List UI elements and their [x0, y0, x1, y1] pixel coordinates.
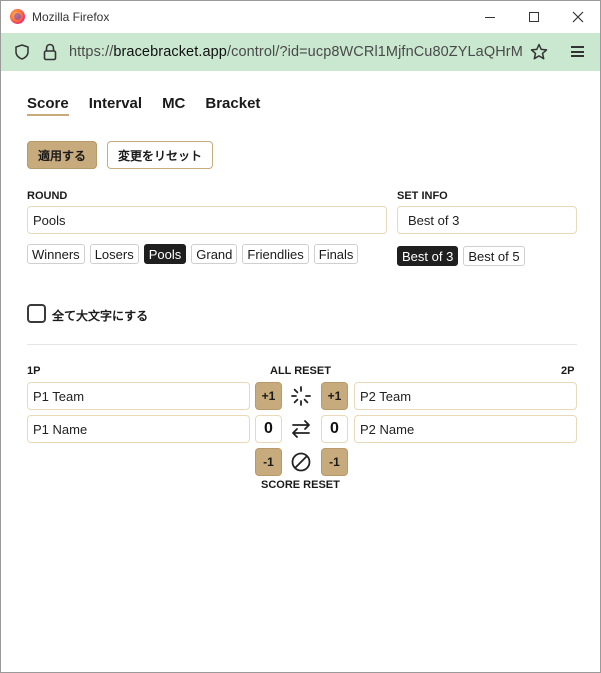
uppercase-checkbox[interactable]	[27, 304, 46, 323]
tracking-protection-shield-icon[interactable]	[15, 44, 29, 60]
set-info-input[interactable]: Best of 3	[397, 206, 577, 234]
round-option-winners[interactable]: Winners	[27, 244, 85, 264]
p2-team-input[interactable]: P2 Team	[354, 382, 577, 410]
set-info-label: SET INFO	[397, 190, 448, 202]
url-prefix: https://	[69, 44, 114, 60]
address-bar: https://bracebracket.app/control/?id=ucp…	[1, 33, 600, 71]
close-button[interactable]	[555, 1, 601, 33]
p2-name-input[interactable]: P2 Name	[354, 415, 577, 443]
round-option-friendlies[interactable]: Friendlies	[242, 244, 309, 264]
round-options: Winners Losers Pools Grand Friendlies Fi…	[27, 244, 387, 264]
all-reset-spinner-icon[interactable]	[290, 385, 312, 407]
p1-plus-one-button[interactable]: +1	[255, 382, 282, 410]
lock-icon[interactable]	[43, 43, 57, 61]
p1-score[interactable]: 0	[255, 415, 282, 443]
minimize-icon	[485, 16, 495, 18]
reset-changes-button[interactable]: 変更をリセット	[107, 141, 213, 169]
window-title: Mozilla Firefox	[32, 10, 110, 24]
section-divider	[27, 344, 577, 345]
all-reset-label: ALL RESET	[270, 365, 331, 377]
maximize-icon	[529, 12, 539, 22]
round-option-finals[interactable]: Finals	[313, 244, 359, 264]
swap-arrows-icon[interactable]	[290, 418, 312, 440]
maximize-button[interactable]	[511, 1, 557, 33]
tab-bracket[interactable]: Bracket	[205, 95, 260, 116]
minimize-button[interactable]	[467, 1, 513, 33]
score-reset-prohibit-icon[interactable]	[290, 451, 312, 473]
url-field[interactable]: https://bracebracket.app/control/?id=ucp…	[69, 44, 523, 60]
uppercase-checkbox-label[interactable]: 全て大文字にする	[52, 307, 148, 324]
p1-team-input[interactable]: P1 Team	[27, 382, 250, 410]
p2-plus-one-button[interactable]: +1	[321, 382, 348, 410]
browser-window: Mozilla Firefox https://bracebracket.app…	[0, 0, 601, 673]
tab-mc[interactable]: MC	[162, 95, 185, 116]
round-option-pools[interactable]: Pools	[143, 244, 187, 264]
firefox-logo-icon	[10, 9, 25, 24]
tab-score[interactable]: Score	[27, 95, 69, 116]
title-bar: Mozilla Firefox	[1, 1, 600, 33]
set-option-best-of-3[interactable]: Best of 3	[397, 246, 459, 266]
p1-name-input[interactable]: P1 Name	[27, 415, 250, 443]
p1-header: 1P	[27, 365, 41, 377]
url-domain: bracebracket.app	[113, 44, 227, 60]
apply-button[interactable]: 適用する	[27, 141, 97, 169]
round-input[interactable]: Pools	[27, 206, 387, 234]
close-icon	[572, 11, 584, 23]
p2-minus-one-button[interactable]: -1	[321, 448, 348, 476]
page-content: Score Interval MC Bracket 適用する 変更をリセット R…	[1, 71, 600, 672]
set-option-best-of-5[interactable]: Best of 5	[463, 246, 525, 266]
bookmark-star-icon[interactable]	[530, 43, 548, 61]
score-reset-label: SCORE RESET	[261, 479, 340, 491]
p2-score[interactable]: 0	[321, 415, 348, 443]
round-option-losers[interactable]: Losers	[89, 244, 139, 264]
round-label: ROUND	[27, 190, 68, 202]
round-option-grand[interactable]: Grand	[191, 244, 238, 264]
set-info-options: Best of 3 Best of 5	[397, 246, 530, 266]
p1-minus-one-button[interactable]: -1	[255, 448, 282, 476]
url-path: /control/?id=ucp8WCRl1MjfnCu80ZYLaQHrMr2…	[226, 44, 523, 60]
p2-header: 2P	[561, 365, 575, 377]
hamburger-menu-icon[interactable]	[571, 46, 584, 57]
tab-bar: Score Interval MC Bracket	[27, 95, 280, 116]
tab-interval[interactable]: Interval	[89, 95, 142, 116]
